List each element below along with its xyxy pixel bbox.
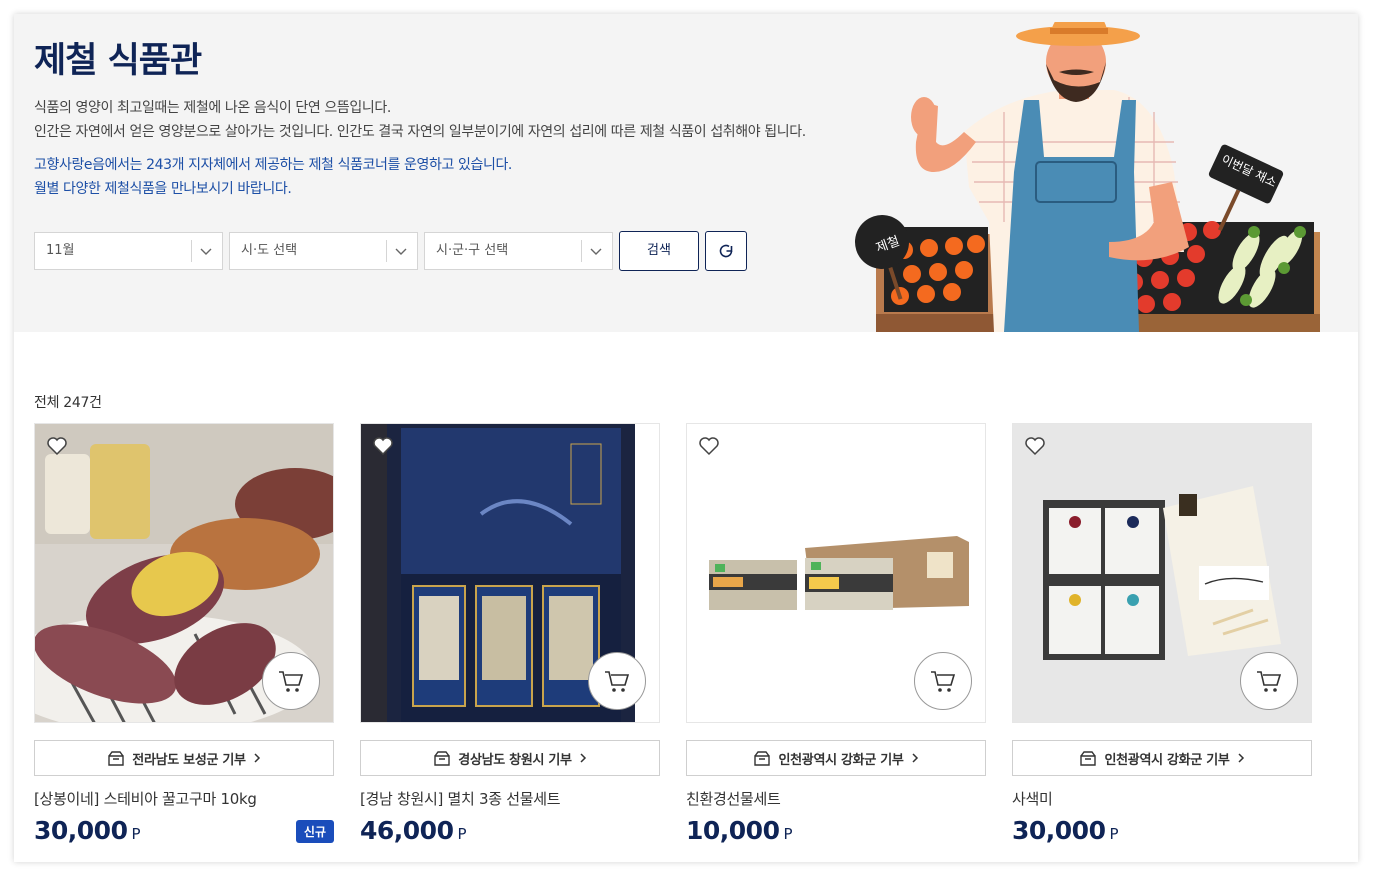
chevron-right-icon bbox=[580, 753, 586, 763]
chevron-down-icon bbox=[395, 248, 407, 255]
add-to-cart-button[interactable] bbox=[914, 652, 972, 710]
wishlist-heart-icon[interactable] bbox=[697, 434, 721, 458]
chevron-right-icon bbox=[1238, 753, 1244, 763]
province-select[interactable]: 시·도 선택 bbox=[229, 232, 418, 270]
product-price: 30,000 bbox=[1012, 816, 1106, 845]
product-card[interactable]: 전라남도 보성군 기부 [상봉이네] 스테비아 꿀고구마 10kg 30,000… bbox=[34, 423, 334, 848]
search-button[interactable]: 검색 bbox=[619, 231, 699, 271]
price-unit: P bbox=[131, 825, 141, 843]
hero-desc-line-1: 식품의 영양이 최고일때는 제철에 나온 음식이 단연 으뜸입니다. bbox=[34, 100, 391, 116]
hero-info-line-2: 월별 다양한 제철식품을 만나보시기 바랍니다. bbox=[34, 181, 292, 197]
chevron-down-icon bbox=[590, 248, 602, 255]
wishlist-heart-icon[interactable] bbox=[371, 434, 395, 458]
donate-region-label: 인천광역시 강화군 기부 bbox=[1104, 752, 1230, 768]
chevron-right-icon bbox=[254, 753, 260, 763]
cart-icon bbox=[279, 671, 304, 692]
reset-button[interactable] bbox=[705, 231, 747, 271]
gift-box-icon bbox=[434, 751, 450, 766]
month-select-value: 11월 bbox=[46, 243, 75, 258]
price-row: 30,000 P bbox=[1012, 816, 1312, 848]
hero-banner: 제철 식품관 식품의 영양이 최고일때는 제철에 나온 음식이 단연 으뜸입니다… bbox=[14, 14, 1358, 332]
gift-box-icon bbox=[1080, 751, 1097, 766]
city-select[interactable]: 시·군·구 선택 bbox=[424, 232, 613, 270]
product-image[interactable] bbox=[686, 423, 986, 723]
hero-info: 고향사랑e음에서는 243개 지자체에서 제공하는 제철 식품코너를 운영하고 … bbox=[34, 153, 512, 201]
result-count: 전체 247건 bbox=[34, 395, 102, 411]
donate-region-label: 전라남도 보성군 기부 bbox=[132, 752, 246, 768]
product-name[interactable]: [상봉이네] 스테비아 꿀고구마 10kg bbox=[34, 788, 334, 809]
product-name[interactable]: 친환경선물세트 bbox=[686, 788, 986, 809]
hero-description: 식품의 영양이 최고일때는 제철에 나온 음식이 단연 으뜸입니다. 인간은 자… bbox=[34, 96, 806, 144]
gift-box-icon bbox=[108, 751, 124, 766]
product-name[interactable]: 사색미 bbox=[1012, 788, 1312, 809]
chevron-down-icon bbox=[200, 248, 212, 255]
product-card[interactable]: 인천광역시 강화군 기부 사색미 30,000 P bbox=[1012, 423, 1312, 848]
donate-region-label: 경상남도 창원시 기부 bbox=[458, 752, 572, 768]
page-title: 제철 식품관 bbox=[34, 41, 202, 81]
gift-box-icon bbox=[754, 751, 771, 766]
wishlist-heart-icon[interactable] bbox=[1023, 434, 1047, 458]
price-row: 46,000 P bbox=[360, 816, 660, 848]
wishlist-heart-icon[interactable] bbox=[45, 434, 69, 458]
price-unit: P bbox=[783, 825, 793, 843]
donate-region-button[interactable]: 전라남도 보성군 기부 bbox=[34, 740, 334, 776]
chevron-right-icon bbox=[912, 753, 918, 763]
hero-desc-line-2: 인간은 자연에서 얻은 영양분으로 살아가는 것입니다. 인간도 결국 자연의 … bbox=[34, 124, 806, 140]
province-select-value: 시·도 선택 bbox=[241, 243, 298, 258]
price-unit: P bbox=[457, 825, 467, 843]
product-list: 전라남도 보성군 기부 [상봉이네] 스테비아 꿀고구마 10kg 30,000… bbox=[34, 423, 1312, 848]
product-image[interactable] bbox=[34, 423, 334, 723]
add-to-cart-button[interactable] bbox=[588, 652, 646, 710]
select-divider bbox=[191, 240, 192, 262]
price-unit: P bbox=[1109, 825, 1119, 843]
donate-region-button[interactable]: 인천광역시 강화군 기부 bbox=[1012, 740, 1312, 776]
select-divider bbox=[581, 240, 582, 262]
donate-region-label: 인천광역시 강화군 기부 bbox=[778, 752, 904, 768]
product-card[interactable]: 경상남도 창원시 기부 [경남 창원시] 멸치 3종 선물세트 46,000 P bbox=[360, 423, 660, 848]
add-to-cart-button[interactable] bbox=[262, 652, 320, 710]
donate-region-button[interactable]: 인천광역시 강화군 기부 bbox=[686, 740, 986, 776]
price-row: 10,000 P bbox=[686, 816, 986, 848]
new-badge: 신규 bbox=[295, 820, 334, 843]
donate-region-button[interactable]: 경상남도 창원시 기부 bbox=[360, 740, 660, 776]
hero-info-line-1: 고향사랑e음에서는 243개 지자체에서 제공하는 제철 식품코너를 운영하고 … bbox=[34, 157, 512, 173]
add-to-cart-button[interactable] bbox=[1240, 652, 1298, 710]
product-card[interactable]: 인천광역시 강화군 기부 친환경선물세트 10,000 P bbox=[686, 423, 986, 848]
refresh-icon bbox=[719, 244, 733, 258]
farmer-illustration: 제철 이번달 채소 bbox=[855, 22, 1320, 332]
product-name[interactable]: [경남 창원시] 멸치 3종 선물세트 bbox=[360, 788, 660, 809]
cart-icon bbox=[1257, 671, 1282, 692]
product-price: 30,000 bbox=[34, 816, 128, 845]
month-select[interactable]: 11월 bbox=[34, 232, 223, 270]
select-divider bbox=[386, 240, 387, 262]
product-price: 46,000 bbox=[360, 816, 454, 845]
product-price: 10,000 bbox=[686, 816, 780, 845]
price-row: 30,000 P 신규 bbox=[34, 816, 334, 848]
cart-icon bbox=[605, 671, 630, 692]
product-image[interactable] bbox=[1012, 423, 1312, 723]
page-frame: 제철 식품관 식품의 영양이 최고일때는 제철에 나온 음식이 단연 으뜸입니다… bbox=[14, 14, 1358, 862]
city-select-value: 시·군·구 선택 bbox=[436, 243, 509, 258]
filter-bar: 11월 시·도 선택 시·군·구 선택 검색 bbox=[34, 231, 747, 271]
product-image[interactable] bbox=[360, 423, 660, 723]
cart-icon bbox=[931, 671, 956, 692]
